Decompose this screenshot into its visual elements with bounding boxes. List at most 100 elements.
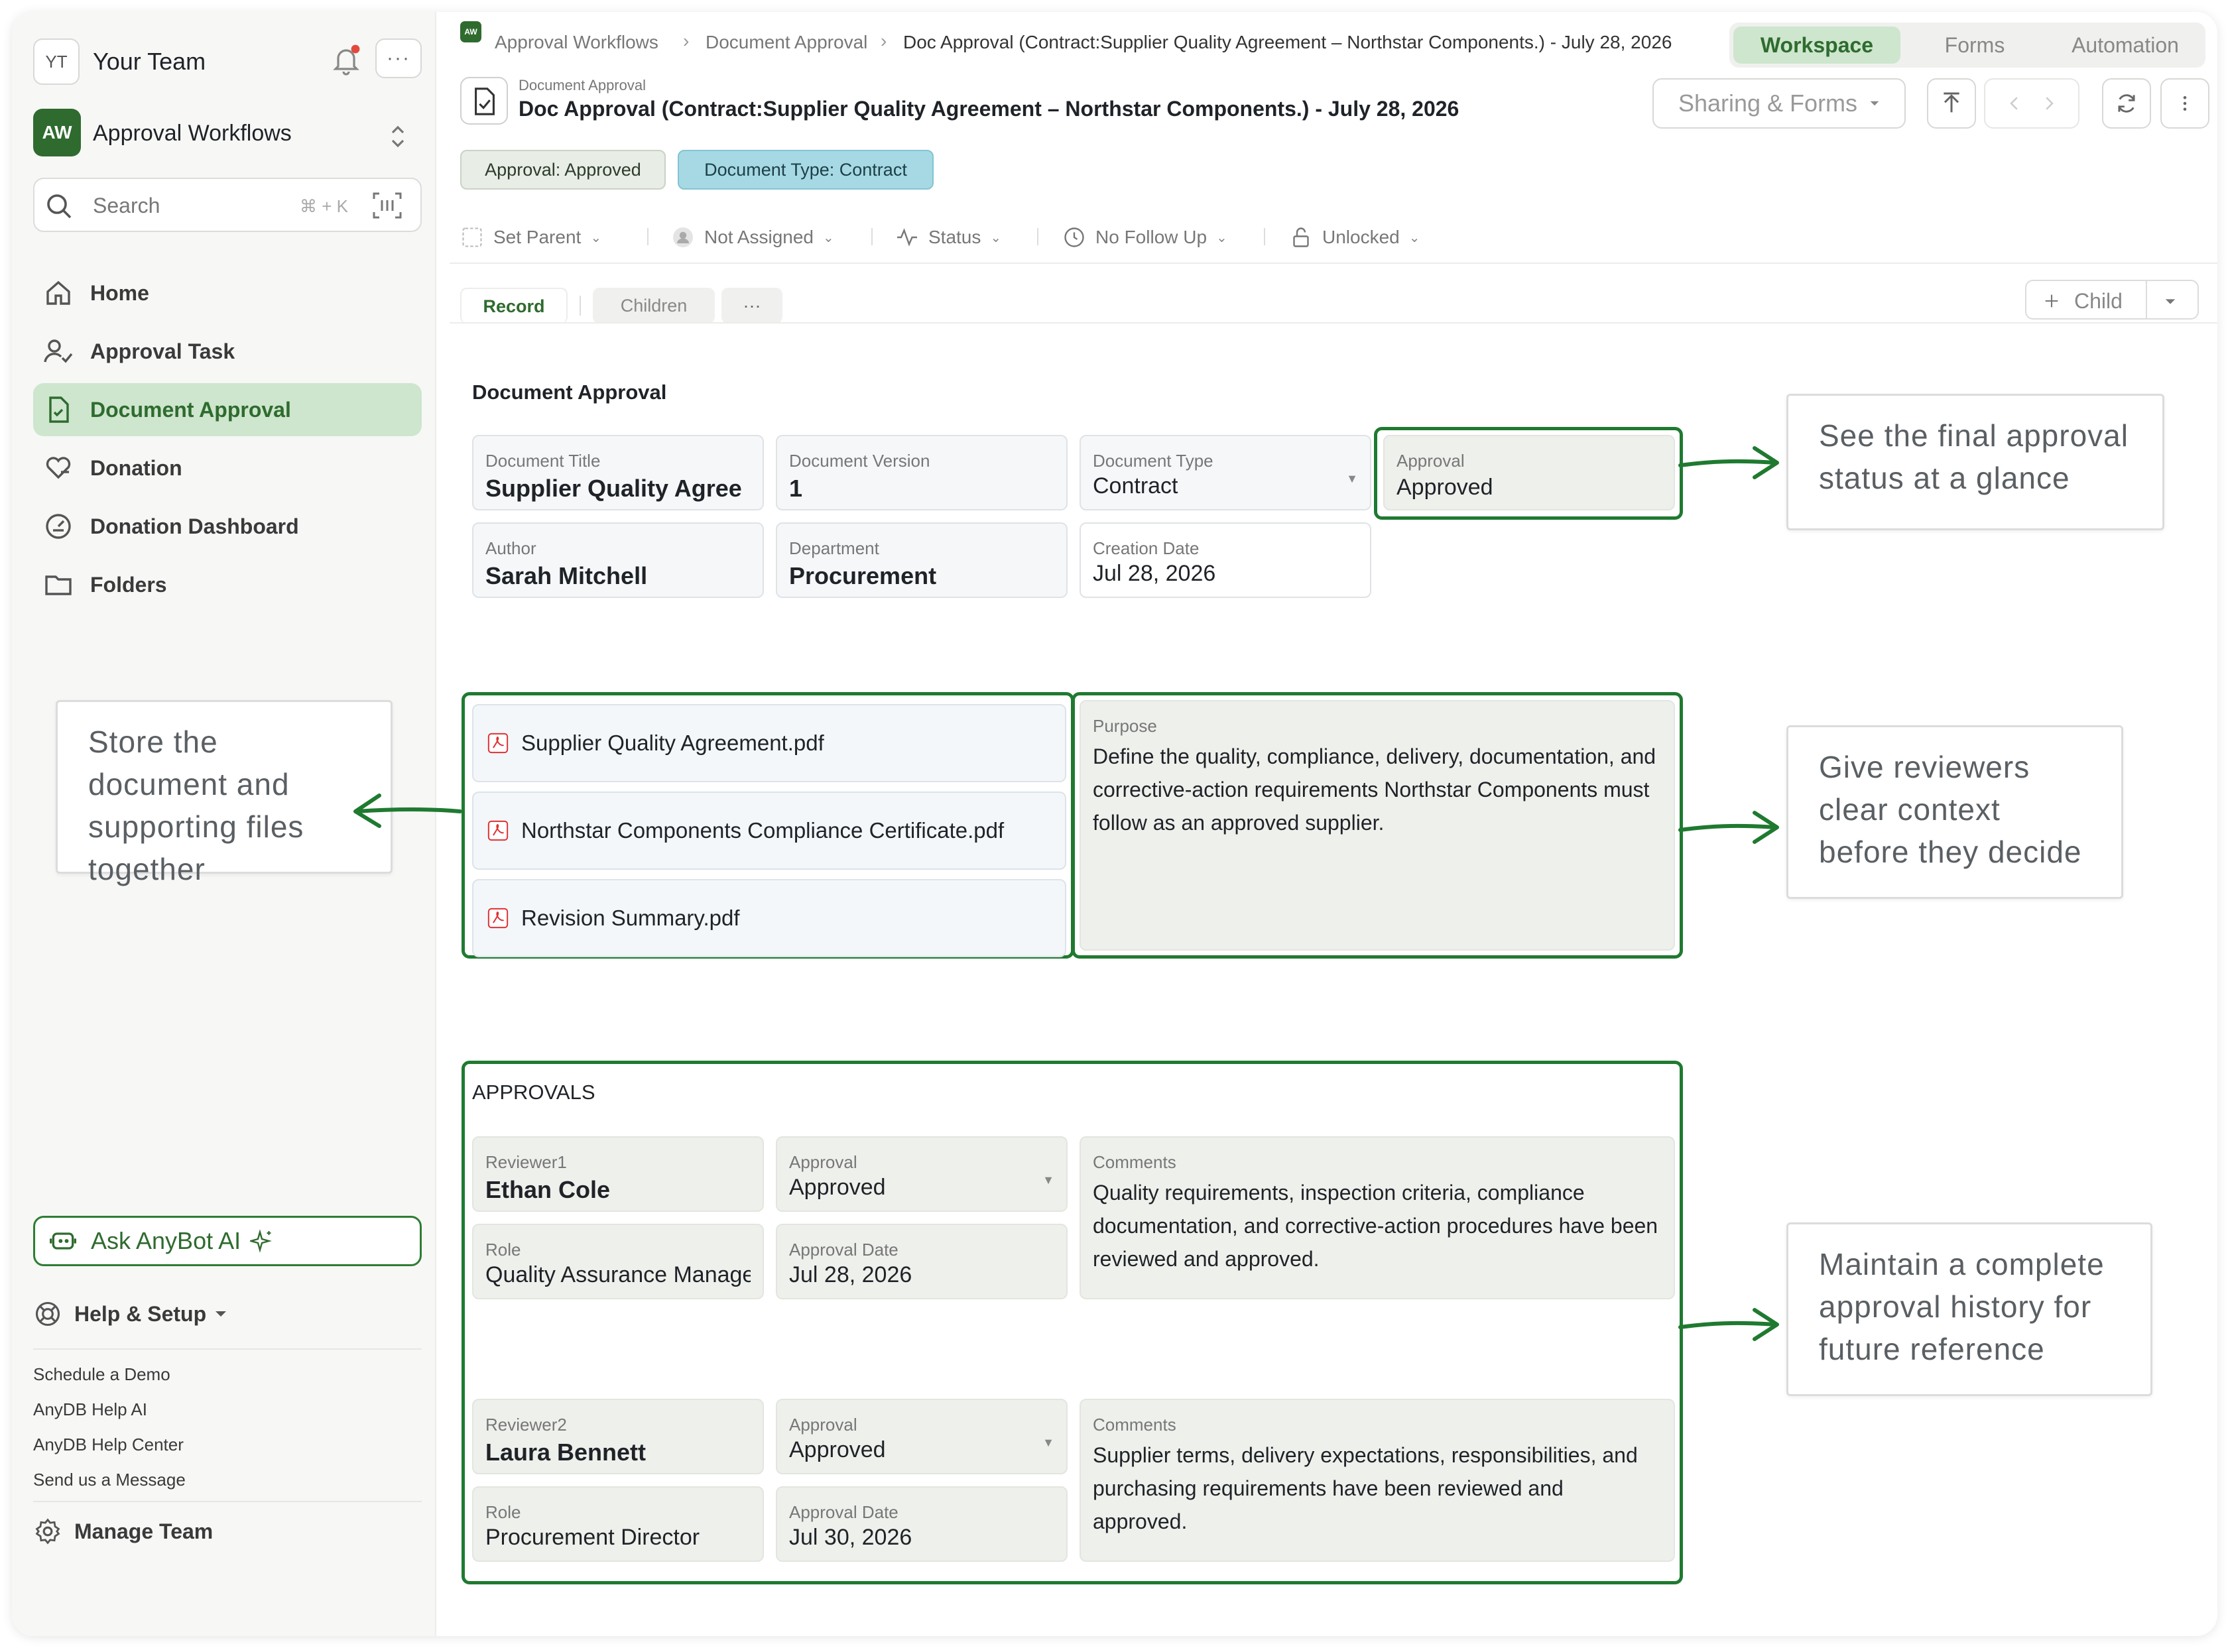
help-ai-link[interactable]: AnyDB Help AI: [33, 1399, 147, 1420]
set-parent-control[interactable]: Set Parent ⌄: [460, 225, 601, 249]
sidebar-item-home[interactable]: Home: [33, 266, 422, 320]
field-label: Department: [789, 538, 879, 558]
add-child-label: Child: [2074, 289, 2123, 313]
sidebar-item-approval-task[interactable]: Approval Task: [33, 325, 422, 378]
reviewer1-approval-field[interactable]: Approval Approved ▼: [776, 1136, 1068, 1212]
split-divider: [2146, 281, 2147, 318]
arrow-right-icon: [1678, 446, 1779, 479]
sidebar-item-label: Document Approval: [90, 397, 291, 422]
plus-icon: [2045, 294, 2058, 308]
assignee-control[interactable]: Not Assigned ⌄: [671, 225, 834, 249]
reviewer1-date-field[interactable]: Approval Date Jul 28, 2026: [776, 1224, 1068, 1299]
pdf-icon: [487, 733, 509, 754]
activity-icon: [897, 228, 917, 247]
sidebar-item-document-approval[interactable]: Document Approval: [33, 383, 422, 436]
reviewer1-role-field[interactable]: Role Quality Assurance Manage: [472, 1224, 764, 1299]
author-field[interactable]: Author Sarah Mitchell: [472, 522, 764, 598]
field-label: Approval: [789, 1152, 857, 1172]
search-icon: [47, 194, 72, 219]
approval-status-pill[interactable]: Approval: Approved: [460, 150, 666, 190]
caret-down-icon[interactable]: [2164, 296, 2176, 308]
ask-anybot-button[interactable]: Ask AnyBot AI: [33, 1216, 422, 1266]
document-title-field[interactable]: Document Title Supplier Quality Agree: [472, 435, 764, 510]
document-type-field[interactable]: Document Type Contract ▼: [1080, 435, 1371, 510]
tab-forms[interactable]: Forms: [1908, 27, 2041, 64]
tab-automation[interactable]: Automation: [2049, 27, 2201, 64]
field-label: Approval Date: [789, 1240, 898, 1260]
record-more-button[interactable]: [2160, 78, 2209, 129]
department-field[interactable]: Department Procurement: [776, 522, 1068, 598]
reviewer2-date-field[interactable]: Approval Date Jul 30, 2026: [776, 1486, 1068, 1562]
workspace-name[interactable]: Approval Workflows: [93, 121, 292, 147]
document-type-pill[interactable]: Document Type: Contract: [678, 150, 934, 190]
lifebuoy-icon: [35, 1301, 60, 1327]
reviewer1-field[interactable]: Reviewer1 Ethan Cole: [472, 1136, 764, 1212]
tab-record[interactable]: Record: [460, 288, 568, 324]
reviewer2-approval-field[interactable]: Approval Approved ▼: [776, 1399, 1068, 1474]
schedule-demo-link[interactable]: Schedule a Demo: [33, 1364, 170, 1385]
breadcrumb-workspace[interactable]: Approval Workflows: [495, 32, 658, 53]
file-item[interactable]: Northstar Components Compliance Certific…: [472, 792, 1066, 870]
creation-date-field[interactable]: Creation Date Jul 28, 2026: [1080, 522, 1371, 598]
tab-children[interactable]: Children: [593, 288, 715, 324]
reviewer2-field[interactable]: Reviewer2 Laura Bennett: [472, 1399, 764, 1474]
go-up-button[interactable]: [1927, 78, 1976, 129]
follow-up-control[interactable]: No Follow Up ⌄: [1062, 225, 1227, 249]
tab-divider: [580, 296, 581, 316]
team-badge[interactable]: YT: [33, 38, 80, 85]
follow-up-label: No Follow Up: [1095, 227, 1207, 247]
meta-divider: [647, 228, 649, 245]
sidebar-item-donation-dashboard[interactable]: Donation Dashboard: [33, 500, 422, 553]
header-divider: [450, 263, 2217, 264]
breadcrumb-document-approval[interactable]: Document Approval: [706, 32, 867, 53]
sidebar-item-folders[interactable]: Folders: [33, 558, 422, 611]
file-item[interactable]: Revision Summary.pdf: [472, 879, 1066, 957]
send-message-link[interactable]: Send us a Message: [33, 1470, 186, 1490]
heart-hand-icon: [46, 457, 71, 479]
refresh-button[interactable]: [2102, 78, 2151, 129]
field-value: Ethan Cole: [485, 1176, 611, 1203]
pdf-icon: [487, 908, 509, 929]
caret-down-icon: [1870, 101, 1879, 106]
search-box[interactable]: Search ⌘ + K: [33, 178, 422, 232]
search-shortcut: ⌘ + K: [300, 196, 348, 216]
kebab-icon: [2183, 96, 2187, 111]
field-value: Quality Assurance Manage: [485, 1262, 751, 1287]
file-name: Supplier Quality Agreement.pdf: [521, 731, 824, 755]
scan-icon[interactable]: [373, 192, 402, 219]
reviewer1-comments-field[interactable]: Comments Quality requirements, inspectio…: [1080, 1136, 1675, 1299]
chevron-left-icon[interactable]: [2005, 93, 2024, 113]
field-value: Approved: [1396, 475, 1493, 500]
purpose-field[interactable]: Purpose Define the quality, compliance, …: [1080, 700, 1675, 951]
callout-history: Maintain a complete approval history for…: [1786, 1222, 2152, 1396]
document-version-field[interactable]: Document Version 1: [776, 435, 1068, 510]
gauge-icon: [46, 514, 71, 539]
field-value: Jul 30, 2026: [789, 1525, 912, 1550]
add-child-button[interactable]: Child: [2025, 280, 2199, 320]
meta-divider: [1037, 228, 1038, 245]
tab-workspace[interactable]: Workspace: [1733, 27, 1900, 64]
workspace-switch-icon[interactable]: [390, 123, 406, 150]
sidebar-item-donation[interactable]: Donation: [33, 442, 422, 495]
caret-down-icon: [216, 1311, 227, 1317]
help-center-link[interactable]: AnyDB Help Center: [33, 1435, 184, 1455]
team-name[interactable]: Your Team: [93, 48, 206, 76]
bell-icon[interactable]: [328, 41, 365, 78]
approval-field[interactable]: Approval Approved: [1383, 435, 1675, 510]
field-value: Define the quality, compliance, delivery…: [1093, 744, 1656, 835]
more-menu-button[interactable]: ···: [375, 38, 422, 78]
lock-control[interactable]: Unlocked ⌄: [1289, 225, 1420, 249]
sharing-forms-button[interactable]: Sharing & Forms: [1652, 78, 1906, 129]
manage-team-button[interactable]: Manage Team: [33, 1517, 213, 1546]
file-item[interactable]: Supplier Quality Agreement.pdf: [472, 704, 1066, 782]
reviewer2-role-field[interactable]: Role Procurement Director: [472, 1486, 764, 1562]
record-type-icon: [460, 77, 508, 125]
chevron-right-icon[interactable]: [2039, 93, 2059, 113]
help-setup-menu[interactable]: Help & Setup: [33, 1299, 227, 1328]
field-label: Comments: [1093, 1152, 1176, 1172]
reviewer2-comments-field[interactable]: Comments Supplier terms, delivery expect…: [1080, 1399, 1675, 1562]
workspace-badge[interactable]: AW: [33, 109, 81, 156]
tab-more[interactable]: ···: [721, 288, 782, 324]
status-control[interactable]: Status ⌄: [895, 225, 1001, 249]
field-label: Creation Date: [1093, 538, 1200, 558]
